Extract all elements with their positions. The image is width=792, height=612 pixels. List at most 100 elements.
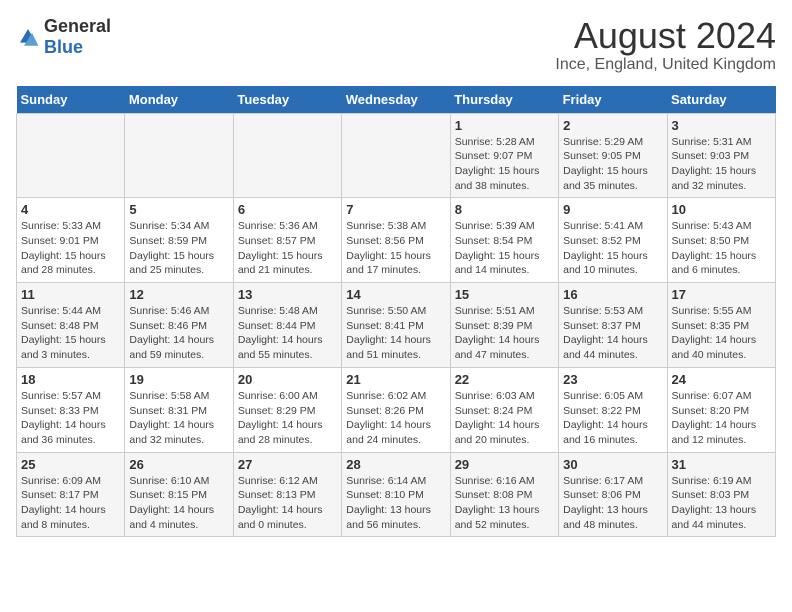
day-info: Sunrise: 6:12 AMSunset: 8:13 PMDaylight:… bbox=[238, 474, 337, 533]
day-cell: 14 Sunrise: 5:50 AMSunset: 8:41 PMDayligh… bbox=[342, 283, 450, 368]
logo-general-text: General bbox=[44, 16, 111, 36]
day-info: Sunrise: 6:02 AMSunset: 8:26 PMDaylight:… bbox=[346, 389, 445, 448]
day-number: 29 bbox=[455, 457, 554, 472]
day-cell bbox=[17, 113, 125, 198]
day-cell: 5 Sunrise: 5:34 AMSunset: 8:59 PMDaylight… bbox=[125, 198, 233, 283]
header-day-wednesday: Wednesday bbox=[342, 86, 450, 114]
day-info: Sunrise: 5:34 AMSunset: 8:59 PMDaylight:… bbox=[129, 219, 228, 278]
day-number: 2 bbox=[563, 118, 662, 133]
week-row-1: 1Sunrise: 5:28 AMSunset: 9:07 PMDaylight… bbox=[17, 113, 776, 198]
day-info: Sunrise: 5:41 AMSunset: 8:52 PMDaylight:… bbox=[563, 219, 662, 278]
day-info: Sunrise: 5:33 AMSunset: 9:01 PMDaylight:… bbox=[21, 219, 120, 278]
day-cell bbox=[233, 113, 341, 198]
day-info: Sunrise: 5:55 AMSunset: 8:35 PMDaylight:… bbox=[672, 304, 771, 363]
day-cell: 25 Sunrise: 6:09 AMSunset: 8:17 PMDayligh… bbox=[17, 452, 125, 537]
calendar-header: SundayMondayTuesdayWednesdayThursdayFrid… bbox=[17, 86, 776, 114]
day-cell: 28 Sunrise: 6:14 AMSunset: 8:10 PMDayligh… bbox=[342, 452, 450, 537]
day-number: 1 bbox=[455, 118, 554, 133]
day-number: 21 bbox=[346, 372, 445, 387]
day-cell: 23 Sunrise: 6:05 AMSunset: 8:22 PMDayligh… bbox=[559, 367, 667, 452]
day-number: 12 bbox=[129, 287, 228, 302]
day-info: Sunrise: 5:36 AMSunset: 8:57 PMDaylight:… bbox=[238, 219, 337, 278]
day-info: Sunrise: 5:31 AMSunset: 9:03 PMDaylight:… bbox=[672, 135, 771, 194]
day-info: Sunrise: 6:14 AMSunset: 8:10 PMDaylight:… bbox=[346, 474, 445, 533]
day-number: 13 bbox=[238, 287, 337, 302]
day-number: 10 bbox=[672, 202, 771, 217]
day-number: 11 bbox=[21, 287, 120, 302]
header-row: SundayMondayTuesdayWednesdayThursdayFrid… bbox=[17, 86, 776, 114]
subtitle: Ince, England, United Kingdom bbox=[555, 56, 776, 74]
day-cell: 13 Sunrise: 5:48 AMSunset: 8:44 PMDayligh… bbox=[233, 283, 341, 368]
logo-blue-text: Blue bbox=[44, 37, 83, 57]
day-cell: 29 Sunrise: 6:16 AMSunset: 8:08 PMDayligh… bbox=[450, 452, 558, 537]
day-number: 16 bbox=[563, 287, 662, 302]
day-info: Sunrise: 6:05 AMSunset: 8:22 PMDaylight:… bbox=[563, 389, 662, 448]
day-cell: 20 Sunrise: 6:00 AMSunset: 8:29 PMDayligh… bbox=[233, 367, 341, 452]
day-cell: 17Sunrise: 5:55 AMSunset: 8:35 PMDayligh… bbox=[667, 283, 775, 368]
day-info: Sunrise: 6:17 AMSunset: 8:06 PMDaylight:… bbox=[563, 474, 662, 533]
day-info: Sunrise: 5:53 AMSunset: 8:37 PMDaylight:… bbox=[563, 304, 662, 363]
day-number: 31 bbox=[672, 457, 771, 472]
day-cell: 24 Sunrise: 6:07 AMSunset: 8:20 PMDayligh… bbox=[667, 367, 775, 452]
day-number: 26 bbox=[129, 457, 228, 472]
day-number: 6 bbox=[238, 202, 337, 217]
day-cell: 31 Sunrise: 6:19 AMSunset: 8:03 PMDayligh… bbox=[667, 452, 775, 537]
day-info: Sunrise: 6:19 AMSunset: 8:03 PMDaylight:… bbox=[672, 474, 771, 533]
calendar-table: SundayMondayTuesdayWednesdayThursdayFrid… bbox=[16, 86, 776, 538]
day-cell: 3Sunrise: 5:31 AMSunset: 9:03 PMDaylight… bbox=[667, 113, 775, 198]
day-cell bbox=[125, 113, 233, 198]
day-info: Sunrise: 6:00 AMSunset: 8:29 PMDaylight:… bbox=[238, 389, 337, 448]
day-cell: 2Sunrise: 5:29 AMSunset: 9:05 PMDaylight… bbox=[559, 113, 667, 198]
day-cell: 21 Sunrise: 6:02 AMSunset: 8:26 PMDayligh… bbox=[342, 367, 450, 452]
day-info: Sunrise: 6:03 AMSunset: 8:24 PMDaylight:… bbox=[455, 389, 554, 448]
day-cell bbox=[342, 113, 450, 198]
day-number: 27 bbox=[238, 457, 337, 472]
day-number: 18 bbox=[21, 372, 120, 387]
day-number: 15 bbox=[455, 287, 554, 302]
day-cell: 12Sunrise: 5:46 AMSunset: 8:46 PMDayligh… bbox=[125, 283, 233, 368]
header-day-friday: Friday bbox=[559, 86, 667, 114]
day-info: Sunrise: 6:07 AMSunset: 8:20 PMDaylight:… bbox=[672, 389, 771, 448]
day-number: 20 bbox=[238, 372, 337, 387]
day-cell: 9 Sunrise: 5:41 AMSunset: 8:52 PMDaylight… bbox=[559, 198, 667, 283]
week-row-5: 25 Sunrise: 6:09 AMSunset: 8:17 PMDayligh… bbox=[17, 452, 776, 537]
day-cell: 27 Sunrise: 6:12 AMSunset: 8:13 PMDayligh… bbox=[233, 452, 341, 537]
day-info: Sunrise: 6:16 AMSunset: 8:08 PMDaylight:… bbox=[455, 474, 554, 533]
week-row-2: 4 Sunrise: 5:33 AMSunset: 9:01 PMDaylight… bbox=[17, 198, 776, 283]
header-day-tuesday: Tuesday bbox=[233, 86, 341, 114]
day-info: Sunrise: 5:50 AMSunset: 8:41 PMDaylight:… bbox=[346, 304, 445, 363]
logo-icon bbox=[16, 25, 40, 49]
day-info: Sunrise: 5:43 AMSunset: 8:50 PMDaylight:… bbox=[672, 219, 771, 278]
day-number: 24 bbox=[672, 372, 771, 387]
day-number: 23 bbox=[563, 372, 662, 387]
day-number: 9 bbox=[563, 202, 662, 217]
day-info: Sunrise: 5:44 AMSunset: 8:48 PMDaylight:… bbox=[21, 304, 120, 363]
header-day-thursday: Thursday bbox=[450, 86, 558, 114]
header-day-monday: Monday bbox=[125, 86, 233, 114]
title-area: August 2024 Ince, England, United Kingdo… bbox=[555, 16, 776, 74]
day-info: Sunrise: 5:51 AMSunset: 8:39 PMDaylight:… bbox=[455, 304, 554, 363]
logo: General Blue bbox=[16, 16, 111, 58]
day-cell: 18Sunrise: 5:57 AMSunset: 8:33 PMDayligh… bbox=[17, 367, 125, 452]
day-number: 28 bbox=[346, 457, 445, 472]
day-number: 22 bbox=[455, 372, 554, 387]
day-number: 5 bbox=[129, 202, 228, 217]
day-info: Sunrise: 6:10 AMSunset: 8:15 PMDaylight:… bbox=[129, 474, 228, 533]
header-day-saturday: Saturday bbox=[667, 86, 775, 114]
day-cell: 8Sunrise: 5:39 AMSunset: 8:54 PMDaylight… bbox=[450, 198, 558, 283]
day-cell: 15 Sunrise: 5:51 AMSunset: 8:39 PMDayligh… bbox=[450, 283, 558, 368]
week-row-3: 11 Sunrise: 5:44 AMSunset: 8:48 PMDayligh… bbox=[17, 283, 776, 368]
day-cell: 10 Sunrise: 5:43 AMSunset: 8:50 PMDayligh… bbox=[667, 198, 775, 283]
page-header: General Blue August 2024 Ince, England, … bbox=[16, 16, 776, 74]
day-info: Sunrise: 5:58 AMSunset: 8:31 PMDaylight:… bbox=[129, 389, 228, 448]
day-number: 4 bbox=[21, 202, 120, 217]
calendar-body: 1Sunrise: 5:28 AMSunset: 9:07 PMDaylight… bbox=[17, 113, 776, 537]
day-info: Sunrise: 5:38 AMSunset: 8:56 PMDaylight:… bbox=[346, 219, 445, 278]
day-info: Sunrise: 5:48 AMSunset: 8:44 PMDaylight:… bbox=[238, 304, 337, 363]
day-number: 14 bbox=[346, 287, 445, 302]
day-info: Sunrise: 6:09 AMSunset: 8:17 PMDaylight:… bbox=[21, 474, 120, 533]
day-cell: 4 Sunrise: 5:33 AMSunset: 9:01 PMDaylight… bbox=[17, 198, 125, 283]
day-number: 25 bbox=[21, 457, 120, 472]
day-cell: 16 Sunrise: 5:53 AMSunset: 8:37 PMDayligh… bbox=[559, 283, 667, 368]
day-cell: 1Sunrise: 5:28 AMSunset: 9:07 PMDaylight… bbox=[450, 113, 558, 198]
